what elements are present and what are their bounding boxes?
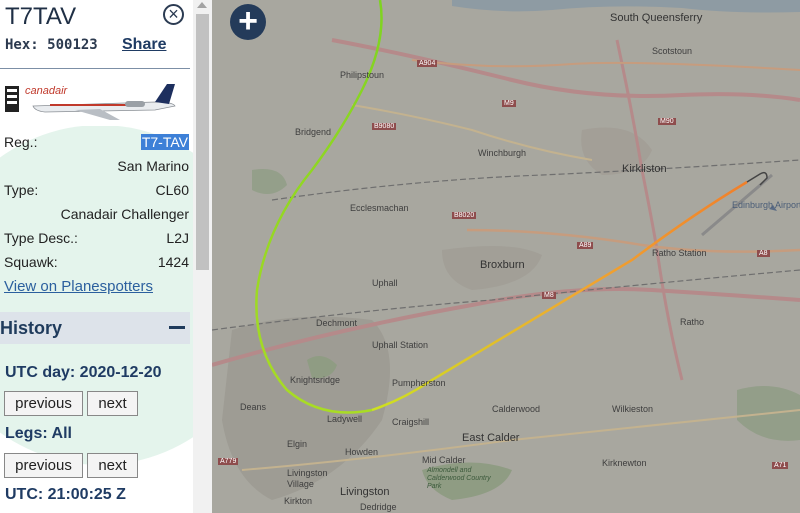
road-label-b8020: B8020	[452, 212, 477, 219]
label-wilkieston: Wilkieston	[612, 404, 654, 414]
close-icon[interactable]: ×	[163, 4, 184, 25]
label-dechmont: Dechmont	[316, 318, 358, 328]
flight-track-approach	[371, 180, 748, 412]
legs-label: Legs: All	[5, 425, 72, 442]
collapse-icon[interactable]	[169, 326, 185, 329]
zoom-in-button[interactable]: +	[230, 4, 266, 40]
label-kirkliston: Kirkliston	[622, 163, 667, 175]
road-label-a71: A71	[772, 462, 789, 469]
road-label-a904: A904	[417, 60, 438, 67]
aircraft-photo[interactable]: canadair	[5, 80, 190, 126]
label-deans: Deans	[240, 402, 267, 412]
type-label: Type:	[4, 182, 39, 198]
sidebar-scrollbar[interactable]	[193, 0, 212, 513]
label-howden: Howden	[345, 447, 379, 457]
canadair-logo: canadair	[25, 85, 69, 97]
label-edinburgh-airport: Edinburgh Airport	[732, 200, 800, 210]
road-label-a8: A8	[757, 250, 770, 257]
squawk-value: 1424	[157, 254, 189, 270]
road-label-b9080: B9080	[372, 123, 397, 130]
label-dedridge: Dedridge	[360, 502, 397, 512]
scrollbar-thumb[interactable]	[196, 14, 209, 270]
road-b9080	[351, 104, 593, 161]
motorway-m9	[331, 38, 800, 102]
reg-label: Reg.:	[4, 134, 38, 150]
label-elgin: Elgin	[287, 439, 308, 449]
history-title: History	[0, 318, 63, 338]
label-livingston: Livingston	[340, 486, 390, 498]
header-divider	[0, 68, 190, 69]
hex-code: Hex: 500123	[5, 37, 98, 53]
label-pumpherston: Pumpherston	[392, 378, 446, 388]
road-label-a89: A89	[577, 242, 594, 249]
label-uphall: Uphall	[372, 278, 398, 288]
aircraft-info-panel: T7TAV × Hex: 500123 Share canadair Reg.:…	[0, 0, 193, 513]
label-south-queensferry: South Queensferry	[610, 12, 703, 24]
label-almondell: Almondell and Calderwood Country Park	[427, 467, 491, 490]
label-scotstoun: Scotstoun	[652, 46, 693, 56]
label-ecclesmachan: Ecclesmachan	[350, 203, 409, 213]
squawk-label: Squawk:	[4, 254, 58, 270]
label-kirknewton: Kirknewton	[602, 458, 647, 468]
label-livingston-village: Livingston Village	[287, 468, 328, 489]
utc-day: UTC day: 2020-12-20	[5, 364, 162, 381]
road-label-m9: M9	[502, 100, 516, 107]
label-craigshill: Craigshill	[392, 417, 430, 427]
next-leg-button[interactable]: next	[87, 453, 138, 478]
type-name-value: Canadair Challenger	[60, 206, 189, 222]
road-a8	[615, 39, 684, 381]
label-mid-calder: Mid Calder	[422, 455, 466, 465]
road-label-m8: M8	[542, 292, 556, 299]
map-view[interactable]: + South Queensferry Scotstoun Philipstou…	[212, 0, 800, 513]
road-label-a779: A779	[218, 458, 239, 465]
share-link[interactable]: Share	[122, 36, 166, 54]
type-value: CL60	[155, 182, 189, 198]
road-label-m90: M90	[658, 118, 676, 125]
label-broxburn: Broxburn	[480, 259, 525, 271]
river-forth	[452, 0, 800, 13]
label-uphall-station: Uphall Station	[372, 340, 429, 350]
label-east-calder: East Calder	[462, 432, 520, 444]
label-knightsridge: Knightsridge	[290, 375, 341, 385]
callsign-title: T7TAV	[5, 3, 77, 30]
label-ladywell: Ladywell	[327, 414, 363, 424]
label-ratho: Ratho	[680, 317, 705, 327]
label-bridgend: Bridgend	[295, 127, 332, 137]
woodland-area-2	[252, 169, 287, 194]
label-ratho-station: Ratho Station	[652, 248, 707, 258]
hex-label: Hex:	[5, 37, 39, 53]
country-value: San Marino	[117, 158, 189, 174]
label-calderwood: Calderwood	[492, 404, 541, 414]
utc-time: UTC: 21:00:25 Z	[5, 486, 126, 503]
label-philipstoun: Philipstoun	[340, 70, 385, 80]
planespotters-link[interactable]: View on Planespotters	[4, 278, 153, 295]
type-desc-value: L2J	[166, 230, 189, 246]
registration-value: T7-TAV	[140, 134, 189, 150]
label-winchburgh: Winchburgh	[478, 148, 527, 158]
scroll-up-arrow-icon[interactable]	[197, 2, 207, 8]
hex-value: 500123	[47, 37, 98, 53]
label-kirkton: Kirkton	[284, 496, 313, 506]
next-day-button[interactable]: next	[87, 391, 138, 416]
type-desc-label: Type Desc.:	[4, 230, 78, 246]
railway-north	[271, 159, 800, 201]
history-header[interactable]: History	[0, 312, 190, 344]
previous-day-button[interactable]: previous	[4, 391, 83, 416]
previous-leg-button[interactable]: previous	[4, 453, 83, 478]
